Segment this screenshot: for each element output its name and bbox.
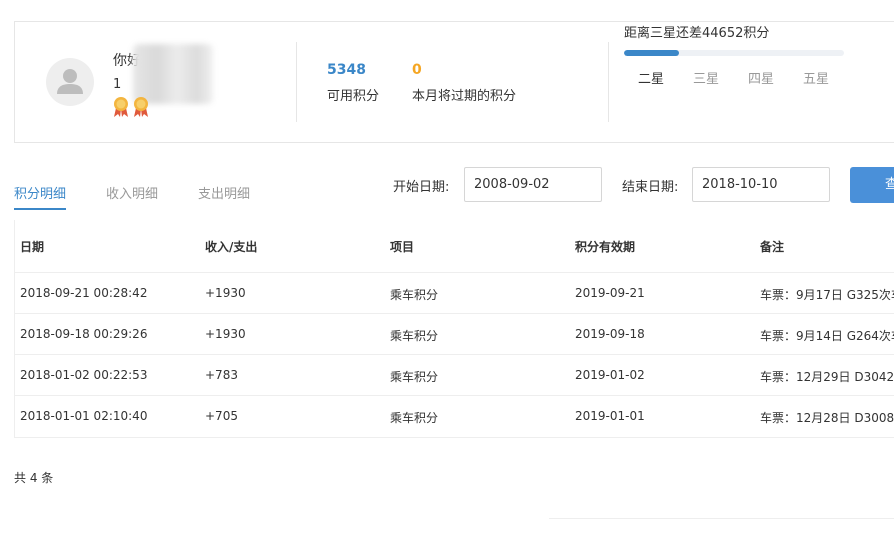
expiring-points-label: 本月将过期的积分 [412,89,517,104]
divider [549,518,894,519]
star-levels: 二星 三星 四星 五星 [638,68,858,87]
table-row: 2018-01-02 00:22:53 +783 乘车积分 2019-01-02… [15,355,894,396]
divider [608,42,609,122]
column-header-item: 项目 [390,240,415,254]
table-row: 2018-01-01 02:10:40 +705 乘车积分 2019-01-01… [15,396,894,437]
user-id: 1 [113,77,122,92]
cell-validity: 2019-01-01 [575,409,645,423]
end-date-input[interactable]: 2018-10-10 [692,167,830,202]
cell-date: 2018-01-01 02:10:40 [20,409,148,423]
cell-amount: +1930 [205,327,246,341]
column-header-validity: 积分有效期 [575,240,636,254]
medal-icon [114,97,128,117]
column-header-date: 日期 [20,240,45,254]
cell-item: 乘车积分 [390,370,439,384]
points-tabs: 积分明细 收入明细 支出明细 [14,183,290,210]
star-level: 四星 [748,72,775,87]
star-level: 三星 [693,72,720,87]
star-progress-title: 距离三星还差44652积分 [624,26,770,41]
cell-remark: 车票：9月17日 G325次车 [760,288,894,302]
cell-date: 2018-01-02 00:22:53 [20,368,148,382]
star-progress-bar [624,50,844,56]
medal-icon [134,97,148,117]
cell-date: 2018-09-18 00:29:26 [20,327,148,341]
cell-remark: 车票：12月28日 D3008次 [760,411,894,425]
table-header: 日期 收入/支出 项目 积分有效期 备注 [15,220,894,273]
redacted-user-info [133,44,213,104]
cell-validity: 2019-01-02 [575,368,645,382]
points-table: 日期 收入/支出 项目 积分有效期 备注 2018-09-21 00:28:42… [14,220,894,438]
table-row: 2018-09-21 00:28:42 +1930 乘车积分 2019-09-2… [15,273,894,314]
cell-item: 乘车积分 [390,288,439,302]
star-level: 二星 [638,72,665,87]
medal-list [112,96,150,118]
cell-remark: 车票：12月29日 D3042次 [760,370,894,384]
available-points: 5348 可用积分 [327,62,379,104]
expiring-points: 0 本月将过期的积分 [412,62,516,104]
cell-amount: +783 [205,368,238,382]
query-button[interactable]: 查 [850,167,894,203]
cell-item: 乘车积分 [390,329,439,343]
cell-validity: 2019-09-18 [575,327,645,341]
star-progress-fill [624,50,679,56]
star-level: 五星 [803,72,830,87]
available-points-label: 可用积分 [327,89,380,104]
avatar[interactable] [46,58,94,106]
available-points-value: 5348 [327,62,366,78]
cell-item: 乘车积分 [390,411,439,425]
total-count: 共 4 条 [14,471,54,485]
cell-amount: +705 [205,409,238,423]
tab-expense-detail[interactable]: 支出明细 [198,183,250,210]
cell-validity: 2019-09-21 [575,286,645,300]
tab-income-detail[interactable]: 收入明细 [106,183,158,210]
table-row: 2018-09-18 00:29:26 +1930 乘车积分 2019-09-1… [15,314,894,355]
end-date-label: 结束日期: [622,180,679,195]
cell-remark: 车票：9月14日 G264次车 [760,329,894,343]
cell-date: 2018-09-21 00:28:42 [20,286,148,300]
column-header-amount: 收入/支出 [205,240,258,254]
column-header-remark: 备注 [760,240,785,254]
divider [296,42,297,122]
expiring-points-value: 0 [412,62,422,78]
start-date-label: 开始日期: [393,180,450,195]
user-silhouette-icon [57,69,83,94]
start-date-input[interactable]: 2008-09-02 [464,167,602,202]
cell-amount: +1930 [205,286,246,300]
tab-points-detail[interactable]: 积分明细 [14,183,67,210]
